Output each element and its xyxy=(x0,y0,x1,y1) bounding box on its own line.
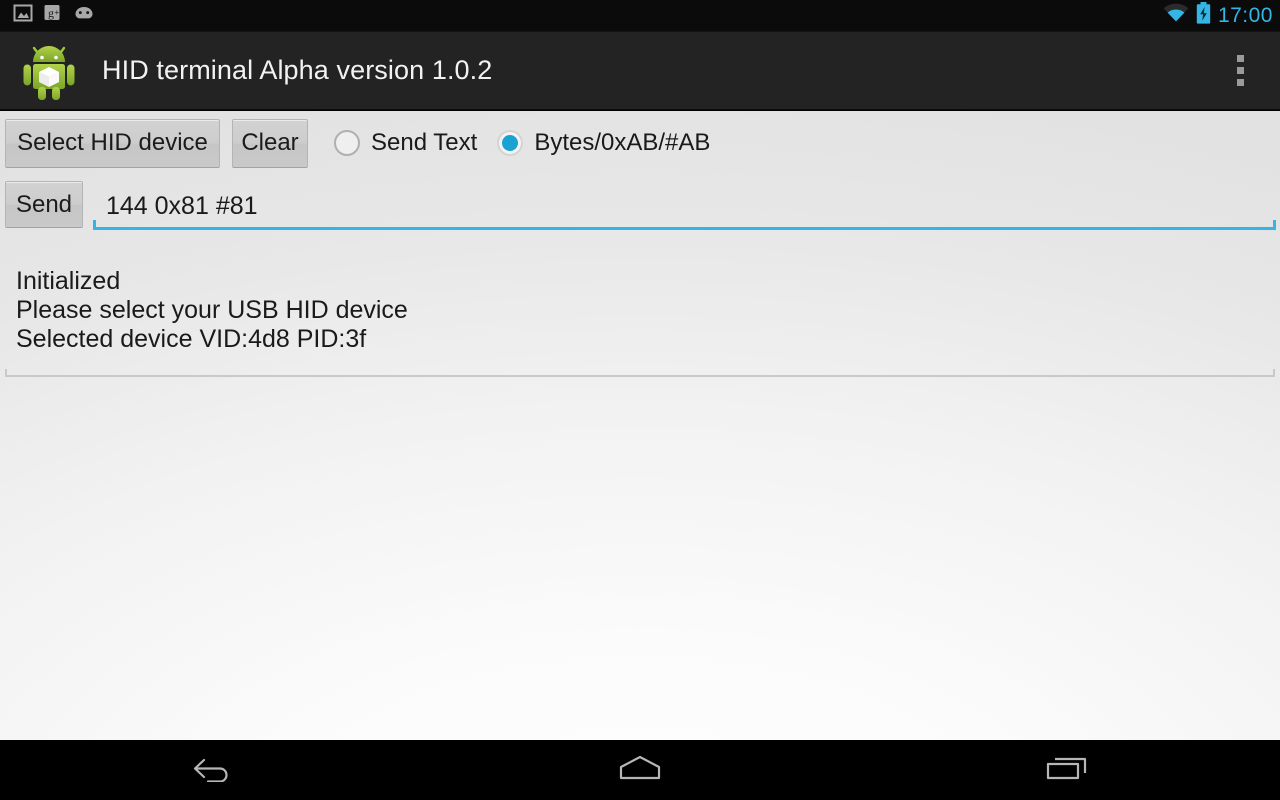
back-arrow-icon xyxy=(191,754,235,787)
controls-row: Select HID device Clear Send Text Bytes/… xyxy=(0,115,710,171)
status-bar: g + 17:00 xyxy=(0,0,1280,32)
select-hid-device-button[interactable]: Select HID device xyxy=(5,118,220,168)
send-input[interactable] xyxy=(93,181,1276,227)
wifi-icon xyxy=(1163,3,1189,28)
android-notification-icon xyxy=(73,3,95,28)
radio-bytes-label: Bytes/0xAB/#AB xyxy=(534,129,711,156)
app-title: HID terminal Alpha version 1.0.2 xyxy=(102,55,493,85)
svg-text:g: g xyxy=(48,6,54,20)
nav-home-button[interactable] xyxy=(565,740,715,800)
log-output-area[interactable]: Initialized Please select your USB HID d… xyxy=(5,267,1275,377)
send-mode-radio-group: Send Text Bytes/0xAB/#AB xyxy=(334,129,710,157)
radio-unchecked-icon xyxy=(334,130,360,156)
status-bar-system-icons: 17:00 xyxy=(1163,2,1280,29)
send-row: Send xyxy=(0,181,1280,241)
overflow-dot xyxy=(1236,79,1244,86)
overflow-menu-icon[interactable] xyxy=(1224,41,1256,101)
send-input-focus-underline xyxy=(93,220,1276,230)
radio-send-text[interactable]: Send Text xyxy=(334,129,477,157)
send-button[interactable]: Send xyxy=(5,181,83,228)
radio-checked-icon xyxy=(497,130,524,156)
radio-bytes[interactable]: Bytes/0xAB/#AB xyxy=(497,129,710,157)
google-plus-notification-icon: g + xyxy=(43,3,63,28)
status-bar-notifications: g + xyxy=(0,3,1163,28)
log-output-text: Initialized Please select your USB HID d… xyxy=(16,267,408,353)
status-bar-clock: 17:00 xyxy=(1217,3,1273,27)
android-screen: g + 17:00 HID terminal Alpha version 1.0… xyxy=(0,0,1280,800)
home-icon xyxy=(615,753,665,788)
radio-send-text-label: Send Text xyxy=(371,129,478,156)
main-content: Select HID device Clear Send Text Bytes/… xyxy=(0,111,1280,740)
overflow-dot xyxy=(1236,67,1244,74)
send-input-wrapper xyxy=(93,181,1276,237)
action-bar: HID terminal Alpha version 1.0.2 xyxy=(0,32,1280,110)
svg-text:+: + xyxy=(55,8,60,17)
log-underline xyxy=(5,369,1275,377)
overflow-dot xyxy=(1236,55,1244,62)
navigation-bar xyxy=(0,740,1280,800)
android-box-app-icon xyxy=(18,40,80,102)
clear-button[interactable]: Clear xyxy=(232,118,308,168)
image-notification-icon xyxy=(13,3,33,28)
nav-back-button[interactable] xyxy=(138,740,288,800)
recent-apps-icon xyxy=(1043,753,1091,788)
nav-recents-button[interactable] xyxy=(992,740,1142,800)
battery-charging-icon xyxy=(1196,2,1211,29)
